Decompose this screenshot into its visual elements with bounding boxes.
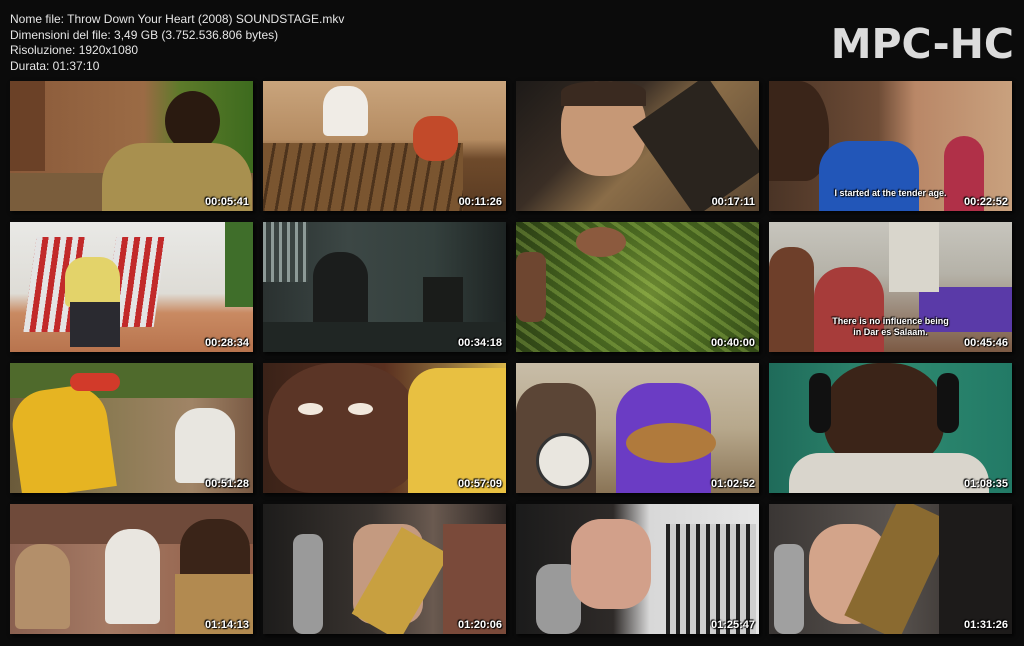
thumbnail-grid: 00:05:41 00:11:26 00:17:11 I started at … xyxy=(10,81,1013,635)
thumbnail-11: 01:02:52 xyxy=(516,363,759,493)
timestamp: 01:14:13 xyxy=(204,619,249,631)
timestamp: 00:05:41 xyxy=(204,196,249,208)
file-size: Dimensioni del file: 3,49 GB (3.752.536.… xyxy=(10,27,279,42)
timestamp: 00:51:28 xyxy=(204,478,249,490)
file-name: Nome file: Throw Down Your Heart (2008) … xyxy=(10,12,345,26)
thumbnail-7: 00:40:00 xyxy=(516,222,759,352)
timestamp: 01:31:26 xyxy=(963,619,1008,631)
thumbnail-5: 00:28:34 xyxy=(10,222,253,352)
thumbnail-16: 01:31:26 xyxy=(769,504,1012,634)
thumbnail-13: 01:14:13 xyxy=(10,504,253,634)
thumbnail-2: 00:11:26 xyxy=(263,81,506,211)
timestamp: 00:57:09 xyxy=(457,478,502,490)
thumbnail-10: 00:57:09 xyxy=(263,363,506,493)
timestamp: 01:08:35 xyxy=(963,478,1008,490)
thumbnail-4: I started at the tender age. 00:22:52 xyxy=(769,81,1012,211)
thumbnail-14: 01:20:06 xyxy=(263,504,506,634)
mpc-hc-logo: MPC-HC xyxy=(830,20,1014,68)
thumbnail-8: There is no influence being in Dar es Sa… xyxy=(769,222,1012,352)
thumbnail-3: 00:17:11 xyxy=(516,81,759,211)
timestamp: 00:28:34 xyxy=(204,337,249,349)
file-duration: Durata: 01:37:10 xyxy=(10,58,100,73)
thumbnail-6: 00:34:18 xyxy=(263,222,506,352)
file-info: Nome file: Throw Down Your Heart (2008) … xyxy=(10,12,344,74)
thumbnail-1: 00:05:41 xyxy=(10,81,253,211)
timestamp: 01:25:47 xyxy=(710,619,755,631)
timestamp: 00:22:52 xyxy=(963,196,1008,208)
timestamp: 00:34:18 xyxy=(457,337,502,349)
timestamp: 00:40:00 xyxy=(710,337,755,349)
thumbnail-12: 01:08:35 xyxy=(769,363,1012,493)
subtitle: There is no influence being in Dar es Sa… xyxy=(832,316,949,337)
thumbnail-sheet: Nome file: Throw Down Your Heart (2008) … xyxy=(0,0,1024,646)
timestamp: 01:02:52 xyxy=(710,478,755,490)
timestamp: 01:20:06 xyxy=(457,619,502,631)
thumbnail-15: 01:25:47 xyxy=(516,504,759,634)
thumbnail-9: 00:51:28 xyxy=(10,363,253,493)
file-resolution: Risoluzione: 1920x1080 xyxy=(10,43,139,57)
timestamp: 00:17:11 xyxy=(711,196,755,208)
timestamp: 00:11:26 xyxy=(458,196,502,208)
timestamp: 00:45:46 xyxy=(963,337,1008,349)
